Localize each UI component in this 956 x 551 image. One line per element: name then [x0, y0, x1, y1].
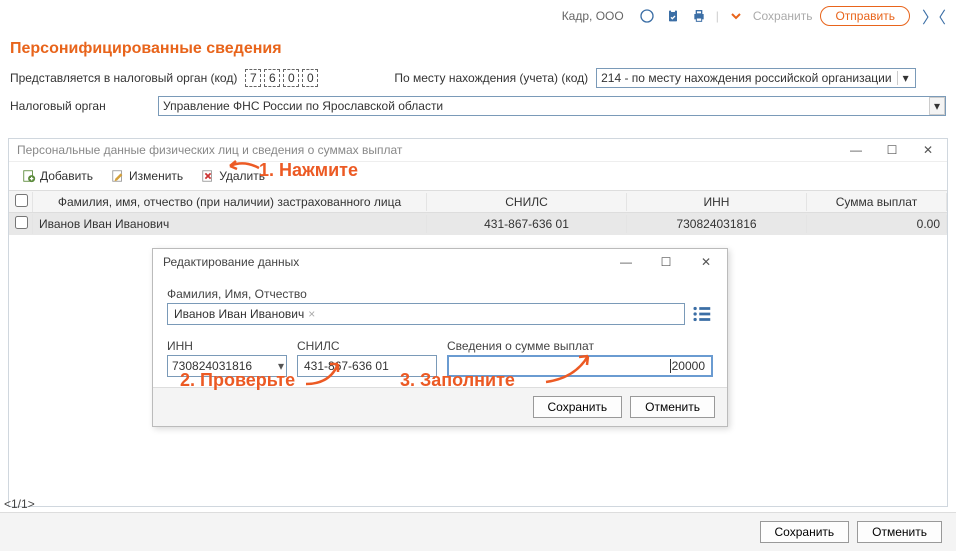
topbar: Кадр, ООО | Сохранить Отправить 〉〈	[0, 0, 956, 32]
sum-input[interactable]: 20000	[447, 355, 713, 377]
maximize-icon[interactable]: ☐	[655, 255, 677, 269]
send-button[interactable]: Отправить	[820, 6, 910, 26]
fio-value: Иванов Иван Иванович	[174, 307, 304, 321]
delete-button[interactable]: Удалить	[194, 166, 272, 186]
chevron-down-icon[interactable]	[727, 7, 745, 25]
close-icon[interactable]: ✕	[695, 255, 717, 269]
persons-grid: Фамилия, имя, отчество (при наличии) зас…	[9, 191, 947, 235]
chevron-down-icon[interactable]: ▾	[278, 359, 284, 373]
sum-label: Сведения о сумме выплат	[447, 339, 713, 353]
modal-footer: Сохранить Отменить	[153, 387, 727, 426]
page-title: Персонифицированные сведения	[0, 32, 956, 64]
col-checkbox[interactable]	[9, 192, 33, 212]
inn-value: 730824031816	[172, 359, 252, 373]
tax-authority-value: Управление ФНС России по Ярославской обл…	[163, 99, 443, 113]
sum-value: 20000	[670, 359, 705, 373]
code-digit[interactable]: 0	[302, 69, 318, 87]
persons-window-header: Персональные данные физических лиц и све…	[9, 139, 947, 162]
label-tax-code: Представляется в налоговый орган (код)	[10, 71, 237, 85]
col-snils[interactable]: СНИЛС	[427, 193, 627, 211]
chevron-down-icon[interactable]: ▾	[897, 71, 913, 85]
grid-header: Фамилия, имя, отчество (при наличии) зас…	[9, 191, 947, 213]
snils-input[interactable]: 431-867-636 01	[297, 355, 437, 377]
annotation-1: 1. Нажмите	[259, 160, 358, 181]
location-select-value: 214 - по месту нахождения российской орг…	[601, 71, 891, 85]
edit-icon	[111, 169, 125, 183]
org-name: Кадр, ООО	[562, 9, 624, 23]
inn-select[interactable]: 730824031816 ▾	[167, 355, 287, 377]
row-tax-authority: Налоговый орган Управление ФНС России по…	[0, 92, 956, 120]
list-icon[interactable]	[691, 303, 713, 325]
save-link[interactable]: Сохранить	[753, 9, 813, 23]
edit-modal: Редактирование данных — ☐ ✕ Фамилия, Имя…	[152, 248, 728, 427]
inn-label: ИНН	[167, 339, 287, 353]
code-digit[interactable]: 7	[245, 69, 261, 87]
dropdown-icon[interactable]: ▾	[929, 97, 945, 115]
save-button[interactable]: Сохранить	[760, 521, 850, 543]
cell-inn: 730824031816	[627, 215, 807, 233]
close-icon[interactable]: 〉〈	[922, 4, 946, 28]
delete-icon	[201, 169, 215, 183]
minimize-icon[interactable]: —	[615, 255, 637, 269]
cell-sum: 0.00	[807, 215, 947, 233]
col-sum[interactable]: Сумма выплат	[807, 193, 947, 211]
print-icon[interactable]	[690, 7, 708, 25]
row-checkbox[interactable]	[15, 216, 28, 229]
tax-authority-input[interactable]: Управление ФНС России по Ярославской обл…	[158, 96, 946, 116]
fio-label: Фамилия, Имя, Отчество	[167, 287, 713, 301]
cell-fio: Иванов Иван Иванович	[33, 215, 427, 233]
select-all-checkbox[interactable]	[15, 194, 28, 207]
modal-cancel-button[interactable]: Отменить	[630, 396, 715, 418]
persons-window-title: Персональные данные физических лиц и све…	[17, 143, 845, 157]
location-select[interactable]: 214 - по месту нахождения российской орг…	[596, 68, 916, 88]
modal-title: Редактирование данных	[163, 255, 615, 269]
edit-button[interactable]: Изменить	[104, 166, 190, 186]
add-button[interactable]: Добавить	[15, 166, 100, 186]
label-tax-authority: Налоговый орган	[10, 99, 150, 113]
maximize-icon[interactable]: ☐	[881, 143, 903, 157]
snils-label: СНИЛС	[297, 339, 437, 353]
separator: |	[716, 9, 719, 23]
code-digit[interactable]: 0	[283, 69, 299, 87]
pager: <1/1>	[4, 497, 35, 511]
code-input[interactable]: 7 6 0 0	[245, 69, 318, 87]
modal-save-button[interactable]: Сохранить	[533, 396, 623, 418]
minimize-icon[interactable]: —	[845, 143, 867, 157]
add-icon	[22, 169, 36, 183]
delete-label: Удалить	[219, 169, 265, 183]
code-digit[interactable]: 6	[264, 69, 280, 87]
table-row[interactable]: Иванов Иван Иванович 431-867-636 01 7308…	[9, 213, 947, 235]
label-location-code: По месту нахождения (учета) (код)	[394, 71, 588, 85]
close-icon[interactable]: ✕	[917, 143, 939, 157]
chat-icon[interactable]	[638, 7, 656, 25]
row-tax-code: Представляется в налоговый орган (код) 7…	[0, 64, 956, 92]
page-footer: Сохранить Отменить	[0, 512, 956, 551]
col-inn[interactable]: ИНН	[627, 193, 807, 211]
snils-value: 431-867-636 01	[304, 359, 389, 373]
clear-icon[interactable]: ×	[308, 307, 315, 321]
fio-input[interactable]: Иванов Иван Иванович ×	[167, 303, 685, 325]
cell-snils: 431-867-636 01	[427, 215, 627, 233]
add-label: Добавить	[40, 169, 93, 183]
cancel-button[interactable]: Отменить	[857, 521, 942, 543]
col-fio[interactable]: Фамилия, имя, отчество (при наличии) зас…	[33, 193, 427, 211]
edit-label: Изменить	[129, 169, 183, 183]
clipboard-icon[interactable]	[664, 7, 682, 25]
persons-toolbar: Добавить Изменить Удалить 1. Нажмите	[9, 162, 947, 191]
modal-header: Редактирование данных — ☐ ✕	[153, 249, 727, 275]
